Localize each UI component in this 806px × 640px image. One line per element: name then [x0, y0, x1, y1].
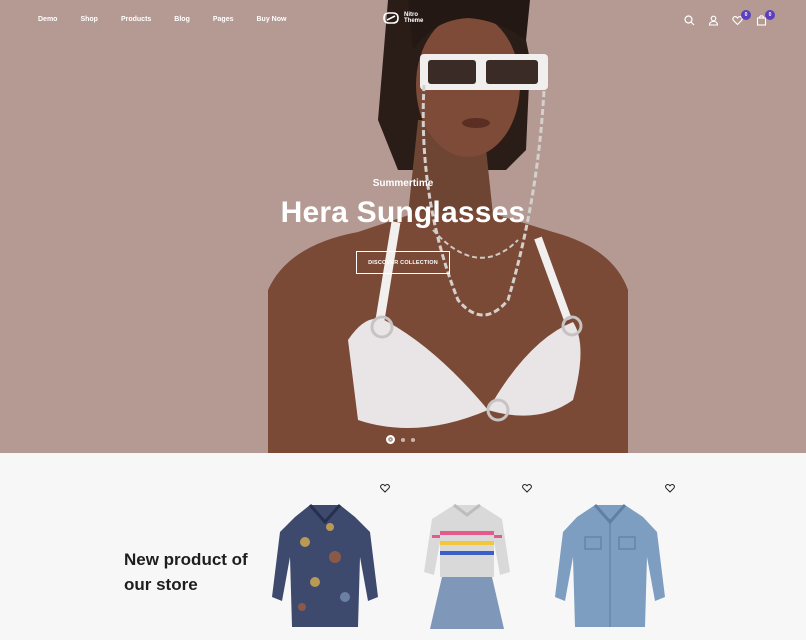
header-actions: 0 0 — [682, 10, 775, 27]
nav-link-buy-now[interactable]: Buy Now — [256, 16, 286, 23]
product-card[interactable] — [545, 477, 675, 640]
cart-count-badge: 0 — [765, 10, 775, 20]
add-to-wishlist-icon[interactable] — [522, 483, 532, 493]
add-to-wishlist-icon[interactable] — [380, 483, 390, 493]
logo-text: Nitro Theme — [404, 12, 430, 24]
account-icon[interactable] — [706, 13, 720, 27]
main-menu: Demo Shop Products Blog Pages Buy Now — [38, 16, 309, 23]
nav-link-pages[interactable]: Pages — [213, 16, 234, 23]
site-logo[interactable]: Nitro Theme — [382, 12, 430, 24]
logo-line-2: Theme — [404, 18, 424, 24]
section-title-line-1: New product of — [124, 550, 248, 569]
section-title-line-2: our store — [124, 575, 198, 594]
add-to-wishlist-icon[interactable] — [665, 483, 675, 493]
striped-sweater-dress-icon[interactable] — [402, 497, 532, 637]
new-products-section: New product of our store — [0, 453, 806, 640]
paisley-shirt-icon[interactable] — [260, 497, 390, 637]
nav-link-demo[interactable]: Demo — [38, 16, 57, 23]
nav-link-shop[interactable]: Shop — [80, 16, 98, 23]
slider-dots — [386, 435, 415, 444]
hero-subtitle: Summertime — [372, 178, 434, 189]
top-navigation: Demo Shop Products Blog Pages Buy Now Ni… — [0, 0, 806, 42]
search-icon[interactable] — [682, 13, 696, 27]
section-title: New product of our store — [124, 547, 264, 597]
slider-dot-3[interactable] — [411, 437, 415, 442]
hero-title: Hera Sunglasses — [280, 196, 526, 229]
hero-banner: Summertime Hera Sunglasses DISCOVER COLL… — [0, 0, 806, 453]
wishlist-icon[interactable]: 0 — [730, 10, 751, 27]
cart-icon[interactable]: 0 — [754, 10, 775, 27]
slider-dot-1[interactable] — [386, 435, 395, 444]
nav-link-blog[interactable]: Blog — [174, 16, 190, 23]
discover-collection-button[interactable]: DISCOVER COLLECTION — [356, 251, 450, 274]
logo-icon — [383, 12, 399, 24]
product-card[interactable] — [260, 477, 390, 640]
product-card[interactable] — [402, 477, 532, 640]
wishlist-count-badge: 0 — [741, 10, 751, 20]
nav-link-products[interactable]: Products — [121, 16, 151, 23]
slider-dot-2[interactable] — [401, 437, 405, 442]
denim-shirt-icon[interactable] — [545, 497, 675, 637]
